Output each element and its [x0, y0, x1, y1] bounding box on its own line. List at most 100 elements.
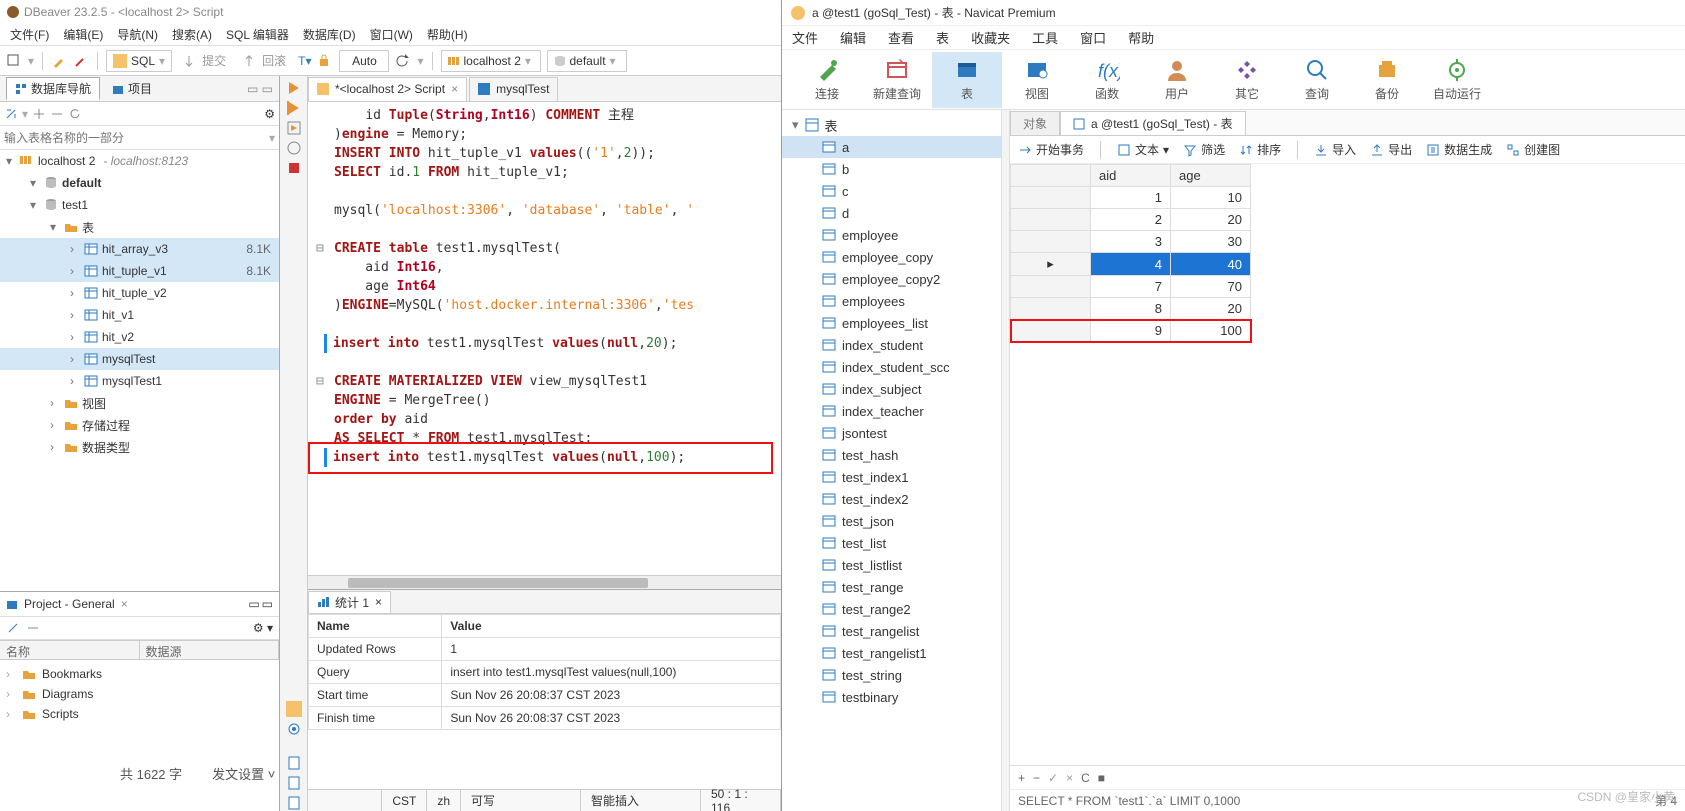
- nav-tbtn-other[interactable]: 其它: [1212, 52, 1282, 108]
- sql-dropdown[interactable]: SQL ▾: [106, 50, 172, 72]
- tree-node-mysqlTest[interactable]: ›mysqlTest: [0, 348, 279, 370]
- nav-tree-testbinary[interactable]: testbinary: [782, 686, 1001, 708]
- proj-bookmarks[interactable]: ›Bookmarks: [6, 664, 273, 684]
- begin-tx-btn[interactable]: 开始事务: [1018, 141, 1084, 158]
- navicat-tree[interactable]: ▾ 表 abcdemployeeemployee_copyemployee_co…: [782, 110, 1002, 811]
- nav-tbtn-conn[interactable]: 连接: [792, 52, 862, 108]
- expand-icon[interactable]: [32, 107, 46, 121]
- tree-node-表[interactable]: ▾表: [0, 216, 279, 238]
- nav-tbtn-view[interactable]: 视图: [1002, 52, 1072, 108]
- del-row-icon[interactable]: −: [1033, 771, 1040, 785]
- tab-stats[interactable]: 统计 1 ×: [308, 591, 391, 613]
- row-7[interactable]: 770: [1011, 276, 1251, 298]
- explain-icon[interactable]: [286, 140, 302, 156]
- vscrollbar[interactable]: [1002, 110, 1010, 811]
- new-icon[interactable]: [6, 53, 22, 69]
- tab-db-nav[interactable]: 数据库导航: [6, 77, 100, 100]
- nav-tree-employees_list[interactable]: employees_list: [782, 312, 1001, 334]
- row-3[interactable]: 330: [1011, 231, 1251, 253]
- nav-tree-test_range2[interactable]: test_range2: [782, 598, 1001, 620]
- nav-tree-test_list[interactable]: test_list: [782, 532, 1001, 554]
- nav-tree-employee[interactable]: employee: [782, 224, 1001, 246]
- nav-tree-d[interactable]: d: [782, 202, 1001, 224]
- text-btn[interactable]: 文本 ▾: [1117, 141, 1169, 158]
- nav-tree-test_rangelist[interactable]: test_rangelist: [782, 620, 1001, 642]
- submit-btn[interactable]: 提交: [178, 50, 232, 72]
- tree-conn[interactable]: ▾ localhost 2 - localhost:8123: [0, 150, 279, 172]
- stop-icon[interactable]: [286, 160, 302, 176]
- run-script-icon[interactable]: [286, 120, 302, 136]
- nmenu-tool[interactable]: 工具: [1032, 28, 1058, 47]
- tree-node-default[interactable]: ▾default: [0, 172, 279, 194]
- nav-tree-test_hash[interactable]: test_hash: [782, 444, 1001, 466]
- nav-tree-test_index1[interactable]: test_index1: [782, 466, 1001, 488]
- collapse-icon[interactable]: [50, 107, 64, 121]
- sql-editor[interactable]: id Tuple(String,Int16) COMMENT 主程 )engin…: [308, 102, 781, 575]
- nmenu-edit[interactable]: 编辑: [840, 28, 866, 47]
- nav-tbtn-querybtn[interactable]: 查询: [1282, 52, 1352, 108]
- disconnect-icon[interactable]: [73, 53, 89, 69]
- tree-node-hit_tuple_v2[interactable]: ›hit_tuple_v2: [0, 282, 279, 304]
- connect-icon[interactable]: [51, 53, 67, 69]
- doc2-icon[interactable]: [286, 775, 302, 791]
- nav-tree-index_student_scc[interactable]: index_student_scc: [782, 356, 1001, 378]
- data-grid[interactable]: aidage110220330▸4407708209100: [1010, 164, 1685, 765]
- menu-sqleditor[interactable]: SQL 编辑器: [226, 26, 289, 43]
- sql-gutter-icon[interactable]: [286, 701, 302, 717]
- nav-tbtn-user[interactable]: 用户: [1142, 52, 1212, 108]
- nav-tbtn-query[interactable]: 新建查询: [862, 52, 932, 108]
- diagram-btn[interactable]: 创建图: [1506, 141, 1560, 158]
- nmenu-help[interactable]: 帮助: [1128, 28, 1154, 47]
- nav-tree-c[interactable]: c: [782, 180, 1001, 202]
- nav-tree-employees[interactable]: employees: [782, 290, 1001, 312]
- add-row-icon[interactable]: +: [1018, 771, 1025, 785]
- proj-diagrams[interactable]: ›Diagrams: [6, 684, 273, 704]
- collapse-proj-icon[interactable]: [26, 621, 40, 635]
- close-icon[interactable]: ×: [451, 82, 458, 96]
- lock-icon[interactable]: [317, 53, 333, 69]
- nav-tree-test_range[interactable]: test_range: [782, 576, 1001, 598]
- project-close-icon[interactable]: ×: [121, 597, 128, 611]
- nav-tbtn-func[interactable]: f(x)函数: [1072, 52, 1142, 108]
- link-nav-icon[interactable]: [4, 107, 18, 121]
- db-dropdown[interactable]: default ▾: [547, 50, 627, 72]
- tree-node-存储过程[interactable]: ›存储过程: [0, 414, 279, 436]
- tree-node-hit_v1[interactable]: ›hit_v1: [0, 304, 279, 326]
- refresh-icon[interactable]: [395, 53, 411, 69]
- proj-col-name[interactable]: 名称: [0, 641, 140, 659]
- nmenu-fav[interactable]: 收藏夹: [971, 28, 1010, 47]
- tab-table-a[interactable]: a @test1 (goSql_Test) - 表: [1060, 111, 1246, 135]
- menu-nav[interactable]: 导航(N): [117, 26, 158, 43]
- settings-icon[interactable]: [286, 721, 302, 737]
- doc3-icon[interactable]: [286, 795, 302, 811]
- tree-node-hit_tuple_v1[interactable]: ›hit_tuple_v18.1K: [0, 260, 279, 282]
- gen-btn[interactable]: 数据生成: [1426, 141, 1492, 158]
- nav-tree-employee_copy2[interactable]: employee_copy2: [782, 268, 1001, 290]
- nav-tree-a[interactable]: a: [782, 136, 1001, 158]
- menu-search[interactable]: 搜索(A): [172, 26, 212, 43]
- nav-tbtn-table[interactable]: 表: [932, 52, 1002, 108]
- hscrollbar[interactable]: [308, 575, 781, 589]
- navicat-menubar[interactable]: 文件 编辑 查看 表 收藏夹 工具 窗口 帮助: [782, 26, 1685, 50]
- sort-btn[interactable]: 排序: [1239, 141, 1281, 158]
- tab-project[interactable]: 项目: [106, 80, 158, 97]
- doc-icon[interactable]: [286, 755, 302, 771]
- export-btn[interactable]: 导出: [1370, 141, 1412, 158]
- nav-tree-index_teacher[interactable]: index_teacher: [782, 400, 1001, 422]
- row-4[interactable]: ▸440: [1011, 253, 1251, 276]
- tree-header-tables[interactable]: ▾ 表: [782, 114, 1001, 136]
- commit-row-icon[interactable]: ✓: [1048, 771, 1058, 785]
- tree-node-数据类型[interactable]: ›数据类型: [0, 436, 279, 458]
- tab-mysqltest[interactable]: mysqlTest: [469, 77, 558, 101]
- tree-node-mysqlTest1[interactable]: ›mysqlTest1: [0, 370, 279, 392]
- link-proj-icon[interactable]: [6, 621, 20, 635]
- project-tree[interactable]: ›Bookmarks ›Diagrams ›Scripts: [0, 660, 279, 728]
- refresh-row-icon[interactable]: C: [1081, 771, 1090, 785]
- filter-btn[interactable]: 筛选: [1183, 141, 1225, 158]
- conn-dropdown[interactable]: localhost 2 ▾: [441, 50, 541, 72]
- nav-tbtn-backup[interactable]: 备份: [1352, 52, 1422, 108]
- run-icon[interactable]: [286, 80, 302, 96]
- row-9[interactable]: 9100: [1011, 320, 1251, 342]
- menu-database[interactable]: 数据库(D): [303, 26, 356, 43]
- menu-edit[interactable]: 编辑(E): [63, 26, 103, 43]
